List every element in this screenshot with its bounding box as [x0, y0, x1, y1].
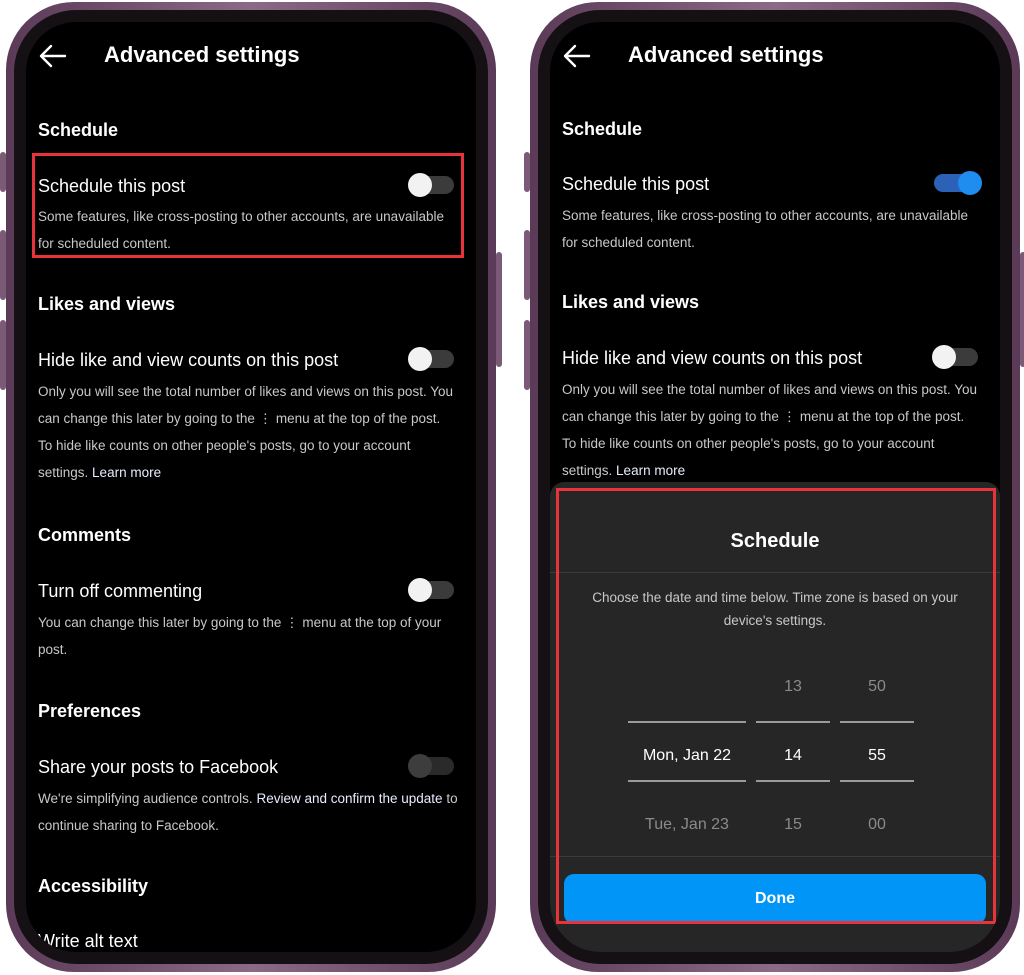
comments-toggle[interactable]	[408, 578, 454, 602]
top-bar: Advanced settings	[26, 36, 476, 76]
toggle-knob	[408, 347, 432, 371]
toggle-knob	[932, 345, 956, 369]
schedule-post-toggle[interactable]	[934, 171, 982, 195]
arrow-left-icon[interactable]	[562, 42, 592, 70]
hide-likes-label: Hide like and view counts on this post	[38, 350, 339, 370]
section-preferences: Preferences	[38, 701, 142, 721]
facebook-desc-text: We're simplifying audience controls.	[38, 791, 253, 806]
schedule-post-label: Schedule this post	[562, 174, 710, 194]
section-likes-views: Likes and views	[38, 294, 176, 314]
facebook-toggle[interactable]	[408, 754, 454, 778]
learn-more-link[interactable]: Learn more	[92, 465, 161, 480]
phone-side-button	[0, 152, 6, 192]
hide-likes-toggle[interactable]	[408, 347, 454, 371]
phone-side-button	[0, 230, 6, 300]
hide-likes-description: Only you will see the total number of li…	[38, 378, 458, 486]
toggle-knob	[958, 171, 982, 195]
top-bar: Advanced settings	[550, 36, 1000, 76]
alt-text-label[interactable]: Write alt text	[38, 931, 138, 952]
comments-description: You can change this later by going to th…	[38, 615, 442, 657]
phone-bezel: Advanced settings Schedule Schedule this…	[538, 10, 1012, 964]
hide-likes-toggle[interactable]	[932, 345, 978, 369]
highlight-box	[556, 488, 996, 924]
facebook-label: Share your posts to Facebook	[38, 757, 279, 777]
toggle-knob	[408, 578, 432, 602]
page-title: Advanced settings	[628, 42, 824, 67]
toggle-knob	[408, 754, 432, 778]
section-schedule: Schedule	[38, 120, 119, 140]
right-phone: Advanced settings Schedule Schedule this…	[524, 2, 1024, 972]
learn-more-link[interactable]: Learn more	[616, 463, 685, 478]
phone-side-button	[524, 320, 530, 390]
phone-side-button	[496, 252, 502, 367]
phone-side-button	[1020, 252, 1024, 367]
left-screen: Advanced settings Schedule Schedule this…	[26, 22, 476, 952]
comments-label: Turn off commenting	[38, 581, 203, 601]
phone-side-button	[524, 230, 530, 300]
schedule-post-description: Some features, like cross-posting to oth…	[562, 208, 968, 250]
facebook-description: We're simplifying audience controls. Rev…	[38, 785, 458, 839]
right-screen: Advanced settings Schedule Schedule this…	[550, 22, 1000, 952]
phone-side-button	[524, 152, 530, 192]
hide-likes-label: Hide like and view counts on this post	[562, 348, 863, 368]
phone-side-button	[0, 320, 6, 390]
left-phone: Advanced settings Schedule Schedule this…	[0, 2, 502, 972]
arrow-left-icon[interactable]	[38, 42, 68, 70]
review-update-link[interactable]: Review and confirm the update	[256, 791, 442, 806]
section-accessibility: Accessibility	[38, 876, 149, 896]
section-likes-views: Likes and views	[562, 292, 700, 312]
hide-likes-description: Only you will see the total number of li…	[562, 376, 982, 484]
phone-bezel: Advanced settings Schedule Schedule this…	[14, 10, 488, 964]
section-schedule: Schedule	[562, 119, 643, 139]
highlight-box	[32, 153, 464, 258]
page-title: Advanced settings	[104, 42, 300, 67]
section-comments: Comments	[38, 525, 132, 545]
